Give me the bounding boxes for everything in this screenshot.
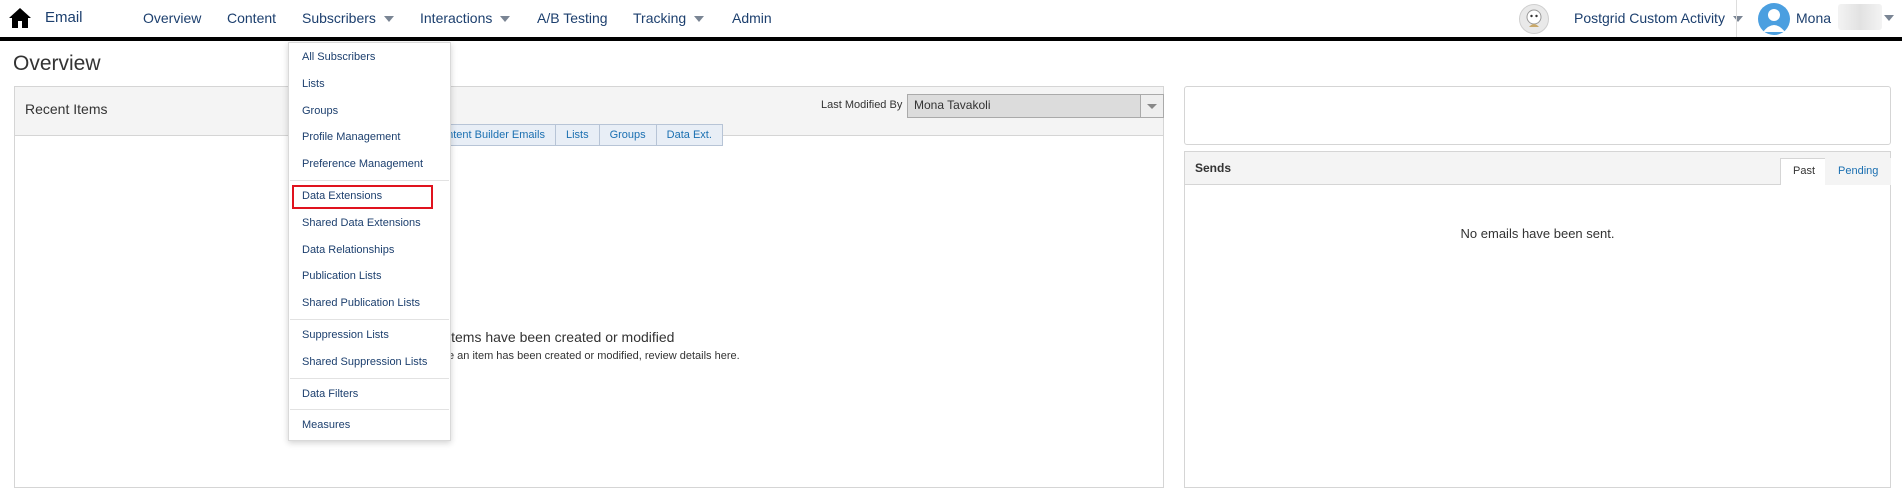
nav-tracking-label: Tracking — [633, 10, 687, 26]
chevron-down-icon — [383, 16, 394, 23]
nav-ab-testing[interactable]: A/B Testing — [537, 10, 608, 26]
menu-divider — [290, 319, 449, 320]
menu-item-profile-management[interactable]: Profile Management — [302, 131, 400, 143]
chevron-down-icon[interactable] — [1140, 95, 1163, 117]
sends-panel: Sends Past Pending No emails have been s… — [1184, 151, 1892, 488]
recent-items-tabs: ontent Builder Emails Lists Groups Data … — [430, 124, 723, 146]
divider — [1736, 0, 1737, 37]
user-avatar-icon[interactable] — [1758, 3, 1790, 35]
recent-items-panel: Recent Items Last Modified By Mona Tavak… — [14, 86, 1164, 488]
chevron-down-icon — [500, 16, 511, 23]
sends-header: Sends Past Pending — [1185, 152, 1892, 185]
page-title: Overview — [13, 52, 101, 75]
right-top-panel — [1184, 86, 1891, 145]
sends-title: Sends — [1195, 161, 1232, 175]
tab-data-extensions[interactable]: Data Ext. — [655, 124, 723, 146]
nav-interactions[interactable]: Interactions — [420, 10, 511, 26]
nav-admin[interactable]: Admin — [732, 10, 772, 26]
menu-item-groups[interactable]: Groups — [302, 105, 338, 117]
tab-past[interactable]: Past — [1780, 158, 1829, 185]
app-name[interactable]: Email — [45, 9, 83, 26]
tab-lists[interactable]: Lists — [554, 124, 599, 146]
nav-subscribers[interactable]: Subscribers — [302, 10, 394, 26]
menu-divider — [290, 180, 449, 181]
menu-item-suppression-lists[interactable]: Suppression Lists — [302, 329, 389, 341]
menu-item-data-relationships[interactable]: Data Relationships — [302, 244, 394, 256]
menu-item-shared-suppression-lists[interactable]: Shared Suppression Lists — [302, 356, 427, 368]
subscribers-menu: All Subscribers Lists Groups Profile Man… — [288, 42, 451, 441]
tab-groups[interactable]: Groups — [598, 124, 656, 146]
last-modified-value: Mona Tavakoli — [914, 98, 991, 112]
nav-interactions-label: Interactions — [420, 10, 493, 26]
top-navigation: Email Overview Content Subscribers Inter… — [0, 0, 1902, 41]
last-modified-label: Last Modified By — [821, 99, 903, 111]
nav-subscribers-label: Subscribers — [302, 10, 376, 26]
menu-item-shared-publication-lists[interactable]: Shared Publication Lists — [302, 297, 420, 309]
chevron-down-icon[interactable] — [1884, 15, 1894, 21]
recent-items-title: Recent Items — [25, 101, 108, 117]
menu-item-publication-lists[interactable]: Publication Lists — [302, 270, 382, 282]
business-unit-icon[interactable] — [1519, 4, 1549, 34]
chevron-down-icon — [1732, 16, 1743, 23]
tab-pending[interactable]: Pending — [1825, 158, 1892, 185]
menu-item-all-subscribers[interactable]: All Subscribers — [302, 51, 375, 63]
business-unit-switcher[interactable]: Postgrid Custom Activity — [1574, 10, 1743, 26]
menu-item-lists[interactable]: Lists — [302, 78, 325, 90]
nav-overview[interactable]: Overview — [143, 10, 201, 26]
nav-tracking[interactable]: Tracking — [633, 10, 705, 26]
mascot-icon — [1526, 9, 1542, 27]
nav-content[interactable]: Content — [227, 10, 276, 26]
menu-divider — [290, 378, 449, 379]
user-name[interactable]: Mona — [1796, 10, 1831, 26]
redacted-name — [1838, 4, 1882, 30]
sends-empty-message: No emails have been sent. — [1460, 226, 1615, 241]
menu-item-measures[interactable]: Measures — [302, 419, 350, 431]
home-icon[interactable] — [8, 7, 32, 29]
menu-divider — [290, 409, 449, 410]
menu-item-preference-management[interactable]: Preference Management — [302, 158, 423, 170]
person-icon — [1763, 9, 1785, 32]
last-modified-select[interactable]: Mona Tavakoli — [907, 94, 1164, 118]
menu-item-data-filters[interactable]: Data Filters — [302, 388, 358, 400]
menu-item-data-extensions[interactable]: Data Extensions — [302, 190, 382, 202]
chevron-down-icon — [694, 16, 705, 23]
business-unit-label: Postgrid Custom Activity — [1574, 10, 1725, 26]
menu-item-shared-data-extensions[interactable]: Shared Data Extensions — [302, 217, 421, 229]
empty-state-subtitle: e an item has been created or modified, … — [448, 350, 740, 362]
empty-state-title: items have been created or modified — [448, 329, 675, 345]
